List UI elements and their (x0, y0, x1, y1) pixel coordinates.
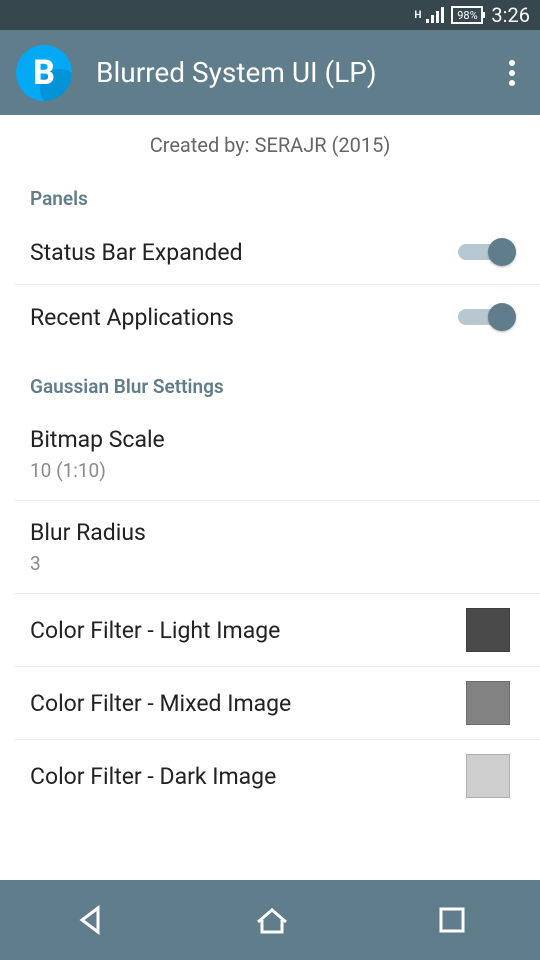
back-icon[interactable] (74, 904, 106, 936)
setting-recent-applications[interactable]: Recent Applications (0, 285, 540, 349)
toggle-switch[interactable] (458, 303, 510, 331)
section-header-gaussian: Gaussian Blur Settings (0, 367, 540, 408)
setting-title: Color Filter - Mixed Image (30, 690, 466, 717)
status-bar: H 98% 3:26 (0, 0, 540, 30)
app-title: Blurred System UI (LP) (96, 56, 500, 89)
toggle-switch[interactable] (458, 238, 510, 266)
setting-title: Bitmap Scale (30, 426, 510, 453)
signal-icon (425, 7, 445, 23)
battery-icon: 98% (451, 6, 483, 24)
overflow-menu-icon[interactable] (500, 60, 524, 86)
home-icon[interactable] (254, 904, 290, 936)
clock: 3:26 (491, 3, 530, 27)
navigation-bar (0, 880, 540, 960)
setting-subtitle: 10 (1:10) (30, 459, 510, 482)
color-swatch (466, 608, 510, 652)
setting-status-bar-expanded[interactable]: Status Bar Expanded (0, 220, 540, 284)
network-type: H (414, 10, 421, 21)
content-scroll[interactable]: Created by: SERAJR (2015) Panels Status … (0, 115, 540, 880)
setting-title: Color Filter - Light Image (30, 617, 466, 644)
recent-apps-icon[interactable] (438, 906, 466, 934)
created-by-text: Created by: SERAJR (2015) (0, 115, 540, 179)
setting-color-filter-mixed[interactable]: Color Filter - Mixed Image (0, 667, 540, 739)
setting-title: Color Filter - Dark Image (30, 763, 466, 790)
app-bar: B Blurred System UI (LP) (0, 30, 540, 115)
section-header-panels: Panels (0, 179, 540, 220)
setting-title: Blur Radius (30, 519, 510, 546)
setting-color-filter-light[interactable]: Color Filter - Light Image (0, 594, 540, 666)
color-swatch (466, 681, 510, 725)
setting-title: Status Bar Expanded (30, 239, 458, 266)
setting-bitmap-scale[interactable]: Bitmap Scale 10 (1:10) (0, 408, 540, 500)
setting-color-filter-dark[interactable]: Color Filter - Dark Image (0, 740, 540, 812)
color-swatch (466, 754, 510, 798)
app-icon: B (16, 45, 72, 101)
setting-title: Recent Applications (30, 304, 458, 331)
setting-subtitle: 3 (30, 552, 510, 575)
setting-blur-radius[interactable]: Blur Radius 3 (0, 501, 540, 593)
